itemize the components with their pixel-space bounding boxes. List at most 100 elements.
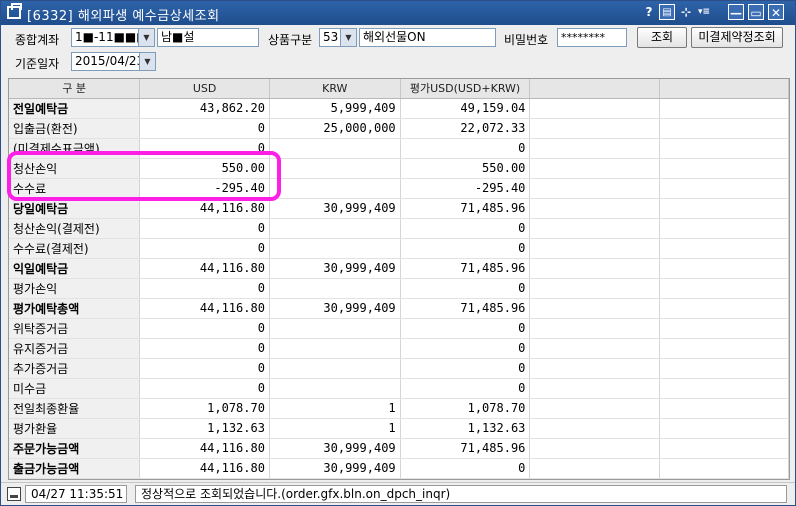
table-row[interactable]: 유지증거금 0 0 <box>9 338 789 359</box>
date-select[interactable]: 2015/04/23 ▼ <box>71 52 156 71</box>
screen-icon[interactable] <box>7 487 21 501</box>
query-button[interactable]: 조회 <box>637 27 687 48</box>
cell-empty <box>659 438 789 459</box>
table-row[interactable]: 당일예탁금 44,116.80 30,999,409 71,485.96 <box>9 198 789 219</box>
cell-krw: 30,999,409 <box>269 458 401 479</box>
cell-usd: 44,116.80 <box>139 438 270 459</box>
cell-empty <box>529 218 660 239</box>
table-row[interactable]: 평가예탁총액 44,116.80 30,999,409 71,485.96 <box>9 298 789 319</box>
cell-eval-usd: 0 <box>400 318 531 339</box>
table-row[interactable]: 평가환율 1,132.63 1 1,132.63 <box>9 418 789 439</box>
cell-krw <box>269 138 401 159</box>
table-row[interactable]: 추가증거금 0 0 <box>9 358 789 379</box>
cell-usd: 0 <box>139 318 270 339</box>
close-button[interactable]: ✕ <box>768 4 784 20</box>
cell-empty <box>529 138 660 159</box>
cell-empty <box>529 358 660 379</box>
cell-empty <box>659 198 789 219</box>
row-label: 전일최종환율 <box>9 398 141 419</box>
cell-krw: 30,999,409 <box>269 258 401 279</box>
cell-eval-usd: 0 <box>400 218 531 239</box>
column-header-category: 구 분 <box>9 79 141 99</box>
cell-empty <box>529 398 660 419</box>
cell-krw: 1 <box>269 398 401 419</box>
row-label: 입출금(환전) <box>9 118 141 139</box>
cell-empty <box>659 258 789 279</box>
cell-empty <box>659 378 789 399</box>
cell-empty <box>529 338 660 359</box>
row-label: 수수료(결제전) <box>9 238 141 259</box>
row-label: 평가손익 <box>9 278 141 299</box>
row-label: 유지증거금 <box>9 338 141 359</box>
cell-empty <box>659 178 789 199</box>
product-select[interactable]: 53 ▼ <box>319 28 357 47</box>
table-row[interactable]: 청산손익 550.00 550.00 <box>9 158 789 179</box>
status-bar: 04/27 11:35:51 정상적으로 조회되었습니다.(order.gfx.… <box>1 482 795 505</box>
chevron-down-icon[interactable]: ▼ <box>340 29 356 46</box>
table-row[interactable]: 입출금(환전) 0 25,000,000 22,072.33 <box>9 118 789 139</box>
cell-empty <box>659 278 789 299</box>
cell-empty <box>529 258 660 279</box>
table-row[interactable]: 수수료(결제전) 0 0 <box>9 238 789 259</box>
cell-empty <box>529 158 660 179</box>
row-label: 익일예탁금 <box>9 258 141 279</box>
chevron-down-icon[interactable]: ▼ <box>139 53 155 70</box>
table-row[interactable]: 익일예탁금 44,116.80 30,999,409 71,485.96 <box>9 258 789 279</box>
cell-empty <box>659 238 789 259</box>
cell-usd: 0 <box>139 238 270 259</box>
password-label: 비밀번호 <box>504 33 549 47</box>
row-label: 청산손익 <box>9 158 141 179</box>
cell-eval-usd: 0 <box>400 458 531 479</box>
product-code: 53 <box>323 30 339 44</box>
screen-list-icon[interactable]: ▤ <box>659 4 675 20</box>
cell-empty <box>659 138 789 159</box>
help-icon[interactable]: ? <box>641 4 657 20</box>
password-input[interactable]: ******** <box>557 28 627 47</box>
table-row[interactable]: 청산손익(결제전) 0 0 <box>9 218 789 239</box>
table-row[interactable]: 출금가능금액 44,116.80 30,999,409 0 <box>9 458 789 479</box>
table-row[interactable]: 평가손익 0 0 <box>9 278 789 299</box>
cell-krw: 30,999,409 <box>269 198 401 219</box>
column-header-eval-usd: 평가USD(USD+KRW) <box>400 79 531 99</box>
row-label: 출금가능금액 <box>9 458 141 479</box>
cell-krw <box>269 238 401 259</box>
table-row[interactable]: 미수금 0 0 <box>9 378 789 399</box>
table-row[interactable]: 주문가능금액 44,116.80 30,999,409 71,485.96 <box>9 438 789 459</box>
unsettled-query-button[interactable]: 미결제약정조회 <box>691 27 783 48</box>
account-label: 종합계좌 <box>15 33 60 47</box>
cell-eval-usd: 71,485.96 <box>400 438 531 459</box>
date-value: 2015/04/23 <box>75 54 145 68</box>
window-app-icon <box>7 3 22 19</box>
table-row[interactable]: 수수료 -295.40 -295.40 <box>9 178 789 199</box>
status-message: 정상적으로 조회되었습니다.(order.gfx.bln.on_dpch_inq… <box>135 485 787 503</box>
minimize-button[interactable]: — <box>728 4 744 20</box>
cell-krw: 30,999,409 <box>269 438 401 459</box>
cell-empty <box>529 418 660 439</box>
table-row[interactable]: 전일예탁금 43,862.20 5,999,409 49,159.04 <box>9 98 789 119</box>
table-row[interactable]: 위탁증거금 0 0 <box>9 318 789 339</box>
table-row[interactable]: (미결제수표금액) 0 0 <box>9 138 789 159</box>
deposit-detail-grid[interactable]: 구 분 USD KRW 평가USD(USD+KRW) 전일예탁금 43,862.2… <box>8 78 790 480</box>
menu-icon[interactable]: ▾≡ <box>696 4 712 20</box>
row-label: 평가예탁총액 <box>9 298 141 319</box>
product-name-field: 해외선물ON <box>359 28 496 47</box>
cell-usd: 44,116.80 <box>139 298 270 319</box>
table-row[interactable]: 전일최종환율 1,078.70 1 1,078.70 <box>9 398 789 419</box>
row-label: 주문가능금액 <box>9 438 141 459</box>
account-select[interactable]: 1■-11■■■■■ ▼ <box>71 28 155 47</box>
cell-eval-usd: 0 <box>400 358 531 379</box>
cell-empty <box>659 458 789 479</box>
column-header-krw: KRW <box>269 79 401 99</box>
maximize-button[interactable]: ▭ <box>748 4 764 20</box>
cell-empty <box>659 338 789 359</box>
cell-krw <box>269 178 401 199</box>
cell-empty <box>659 98 789 119</box>
column-header-empty <box>659 79 789 99</box>
chevron-down-icon[interactable]: ▼ <box>138 29 154 46</box>
cell-usd: 1,078.70 <box>139 398 270 419</box>
cell-eval-usd: 49,159.04 <box>400 98 531 119</box>
pin-icon[interactable]: ⊹ <box>678 4 694 20</box>
cell-krw: 25,000,000 <box>269 118 401 139</box>
cell-usd: 44,116.80 <box>139 258 270 279</box>
cell-eval-usd: 22,072.33 <box>400 118 531 139</box>
